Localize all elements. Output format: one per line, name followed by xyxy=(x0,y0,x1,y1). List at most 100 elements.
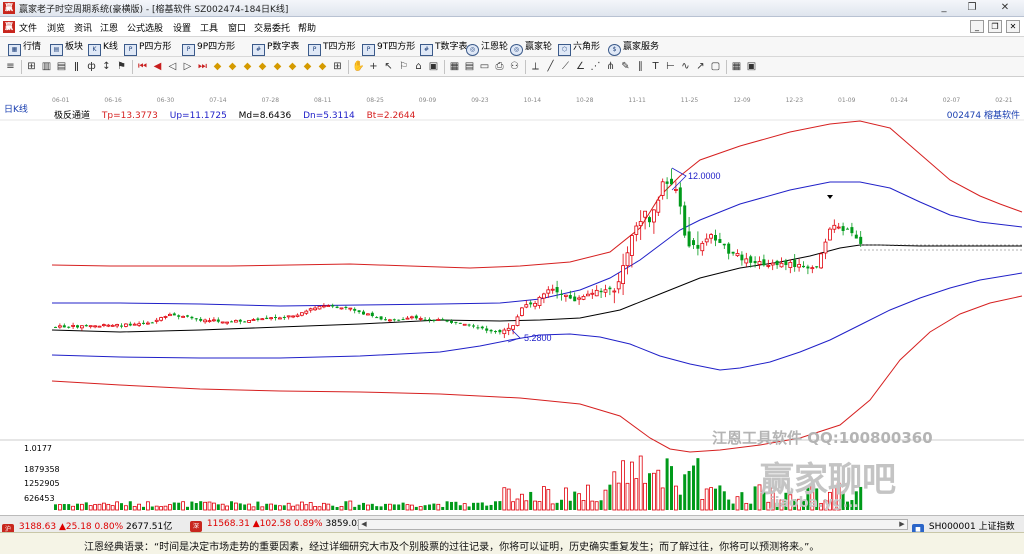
scroll-left-icon[interactable]: ◀ xyxy=(359,520,369,529)
mdi-restore-button[interactable]: ❐ xyxy=(988,20,1002,33)
last-icon[interactable]: ⏭ xyxy=(196,60,209,73)
toolbar-button[interactable]: ◎ 赢家轮 xyxy=(510,40,552,56)
people-icon[interactable]: ⚇ xyxy=(508,60,521,73)
candle-body-up xyxy=(462,323,467,326)
fan-icon[interactable]: ⋰ xyxy=(589,60,602,73)
mdi-close-button[interactable]: ✕ xyxy=(1006,20,1020,33)
save-icon[interactable]: ▣ xyxy=(427,60,440,73)
diamond-icon[interactable]: ◆ xyxy=(211,60,224,73)
toolbar-button[interactable]: P 9P四方形 xyxy=(182,40,235,56)
square-icon: P xyxy=(362,44,375,56)
table-icon[interactable]: ▦ xyxy=(730,60,743,73)
box-icon[interactable]: ▢ xyxy=(709,60,722,73)
diamond-icon[interactable]: ◆ xyxy=(271,60,284,73)
diamond-icon[interactable]: ◆ xyxy=(316,60,329,73)
diamond-icon[interactable]: ◆ xyxy=(226,60,239,73)
toolbar-button[interactable]: ◎ 江恩轮 xyxy=(466,40,508,56)
menu-icon[interactable]: ≡ xyxy=(4,60,17,73)
zigzag-icon[interactable]: ∿ xyxy=(679,60,692,73)
scroll-right-icon[interactable]: ▶ xyxy=(897,520,907,529)
close-button[interactable]: ✕ xyxy=(986,0,1024,16)
ray-icon[interactable]: ↗ xyxy=(694,60,707,73)
toolbar-button[interactable]: P P四方形 xyxy=(124,40,171,56)
toolbar-button[interactable]: P T四方形 xyxy=(308,40,356,56)
diamond-icon[interactable]: ◆ xyxy=(241,60,254,73)
diamond-icon[interactable]: ◆ xyxy=(301,60,314,73)
candle-body-down xyxy=(687,231,691,247)
arrow-icon[interactable]: ↕ xyxy=(100,60,113,73)
menu-item[interactable]: 浏览 xyxy=(47,21,65,34)
volume-bar-up xyxy=(577,493,581,511)
index-sz-quote[interactable]: 深 11568.31 ▲102.58 0.89% 3859.02 xyxy=(190,519,363,532)
monitor-icon[interactable]: ▭ xyxy=(478,60,491,73)
toolbar-button[interactable]: K K线 xyxy=(88,40,118,56)
minimize-button[interactable]: _ xyxy=(930,0,958,16)
close-panel-icon[interactable]: ▣ xyxy=(745,60,758,73)
candle-body-up xyxy=(643,210,647,218)
upper-band-line xyxy=(51,120,1023,269)
menu-item[interactable]: 江恩 xyxy=(100,21,118,34)
align-icon[interactable]: ▤ xyxy=(55,60,68,73)
menu-logo-icon: 赢 xyxy=(3,21,15,33)
volume-bar-down xyxy=(282,505,286,510)
bookmark-icon[interactable]: ⚐ xyxy=(397,60,410,73)
back-icon[interactable]: ◁ xyxy=(166,60,179,73)
volume-bar-down xyxy=(494,501,497,510)
menu-item[interactable]: 设置 xyxy=(173,21,191,34)
candle-body-up xyxy=(308,308,313,311)
calc-icon[interactable]: ▦ xyxy=(448,60,461,73)
flag-icon[interactable]: ⚑ xyxy=(115,60,128,73)
menu-item[interactable]: 工具 xyxy=(200,21,218,34)
toolbar-button[interactable]: ▤ 板块 xyxy=(50,40,83,56)
kline-chart[interactable]: 12.0000 5.2800 xyxy=(0,78,1024,514)
angle-icon[interactable]: ∠ xyxy=(574,60,587,73)
horizontal-scrollbar[interactable]: ◀ ▶ xyxy=(358,519,908,530)
hand-icon[interactable]: ✋ xyxy=(352,60,365,73)
menu-item[interactable]: 资讯 xyxy=(74,21,92,34)
bars-icon[interactable]: ǁ xyxy=(70,60,83,73)
axis-icon[interactable]: ⟂ xyxy=(529,60,542,73)
candle-body-down xyxy=(199,318,203,321)
cursor-icon[interactable]: ↖ xyxy=(382,60,395,73)
tag-icon[interactable]: ⌂ xyxy=(412,60,425,73)
text-icon[interactable]: T xyxy=(649,60,662,73)
volume-bar-up xyxy=(405,504,410,511)
grid-icon[interactable]: ⊞ xyxy=(331,60,344,73)
toolbar-button[interactable]: $ 赢家服务 xyxy=(608,40,659,56)
volume-bar-up xyxy=(348,500,353,511)
line-icon[interactable]: ╱ xyxy=(544,60,557,73)
first-icon[interactable]: ⏮ xyxy=(136,60,149,73)
print-icon[interactable]: ⎙ xyxy=(493,60,506,73)
candle-body-up xyxy=(542,293,546,299)
parallel-icon[interactable]: ∥ xyxy=(634,60,647,73)
disk-icon[interactable]: ▤ xyxy=(463,60,476,73)
toolbar-button[interactable]: P 9T四方形 xyxy=(362,40,415,56)
menu-item[interactable]: 帮助 xyxy=(298,21,316,34)
menu-item[interactable]: 公式选股 xyxy=(127,21,163,34)
gann-icon[interactable]: ⟋ xyxy=(559,60,572,73)
toolbar-button[interactable]: ⬡ 六角形 xyxy=(558,40,600,56)
candle-body-up xyxy=(502,329,507,335)
menu-item[interactable]: 交易委托 xyxy=(254,21,290,34)
toolbar-button[interactable]: # T数字表 xyxy=(420,40,468,56)
chart-icon[interactable]: ▥ xyxy=(40,60,53,73)
menu-item[interactable]: 文件 xyxy=(19,21,37,34)
prev-icon[interactable]: ◀ xyxy=(151,60,164,73)
cross-icon[interactable]: + xyxy=(367,60,380,73)
toolbar-button[interactable]: # P数字表 xyxy=(252,40,299,56)
maximize-button[interactable]: ❐ xyxy=(958,0,986,16)
diamond-icon[interactable]: ◆ xyxy=(256,60,269,73)
cut-icon[interactable]: ⋔ xyxy=(604,60,617,73)
candle-body-up xyxy=(291,315,296,318)
mdi-minimize-button[interactable]: _ xyxy=(970,20,984,33)
volume-bar-up xyxy=(115,501,119,511)
edit-icon[interactable]: ✎ xyxy=(619,60,632,73)
menu-item[interactable]: 窗口 xyxy=(228,21,246,34)
ruler-icon[interactable]: ⊢ xyxy=(664,60,677,73)
candle-body-up xyxy=(145,322,150,325)
next-icon[interactable]: ▷ xyxy=(181,60,194,73)
candle-icon[interactable]: ф xyxy=(85,60,98,73)
toolbar-button[interactable]: ▦ 行情 xyxy=(8,40,41,56)
diamond-icon[interactable]: ◆ xyxy=(286,60,299,73)
zoom-icon[interactable]: ⊞ xyxy=(25,60,38,73)
